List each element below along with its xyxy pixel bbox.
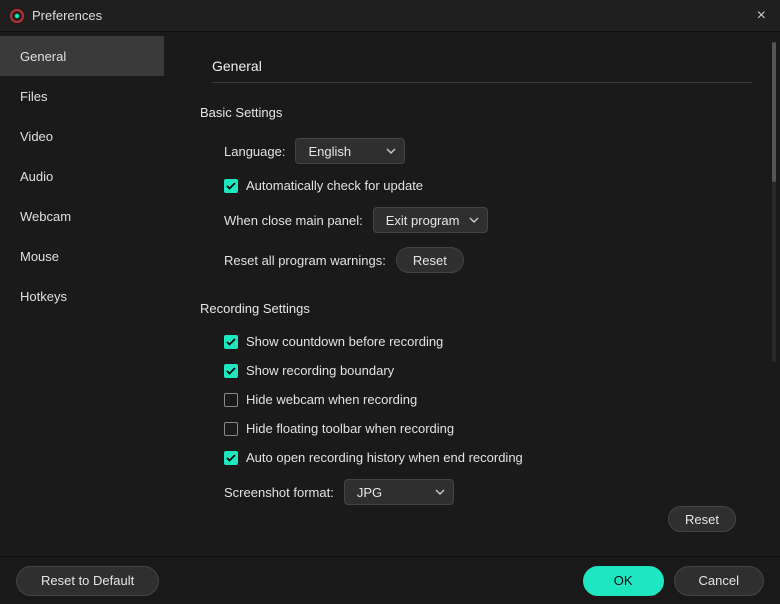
countdown-label: Show countdown before recording: [246, 334, 443, 349]
ok-button[interactable]: OK: [583, 566, 664, 596]
sidebar-item-label: Mouse: [20, 249, 59, 264]
sidebar-item-label: Webcam: [20, 209, 71, 224]
chevron-down-icon: [469, 217, 479, 223]
screenshot-format-label: Screenshot format:: [224, 485, 334, 500]
auto-update-checkbox[interactable]: [224, 179, 238, 193]
sidebar-item-label: Files: [20, 89, 47, 104]
sidebar-item-video[interactable]: Video: [0, 116, 164, 156]
boundary-label: Show recording boundary: [246, 363, 394, 378]
chevron-down-icon: [435, 489, 445, 495]
content-panel: General Basic Settings Language: English…: [164, 32, 780, 556]
sidebar-item-audio[interactable]: Audio: [0, 156, 164, 196]
sidebar-item-label: Audio: [20, 169, 53, 184]
language-select[interactable]: English: [295, 138, 405, 164]
basic-settings-heading: Basic Settings: [200, 105, 752, 120]
recording-settings-heading: Recording Settings: [200, 301, 752, 316]
close-button[interactable]: ×: [753, 7, 770, 25]
sidebar-item-general[interactable]: General: [0, 36, 164, 76]
cancel-button[interactable]: Cancel: [674, 566, 764, 596]
sidebar-item-files[interactable]: Files: [0, 76, 164, 116]
sidebar-item-label: Video: [20, 129, 53, 144]
hide-toolbar-label: Hide floating toolbar when recording: [246, 421, 454, 436]
hide-toolbar-checkbox[interactable]: [224, 422, 238, 436]
sidebar-item-mouse[interactable]: Mouse: [0, 236, 164, 276]
language-label: Language:: [224, 144, 285, 159]
screenshot-format-value: JPG: [357, 485, 382, 500]
auto-open-label: Auto open recording history when end rec…: [246, 450, 523, 465]
reset-section-button[interactable]: Reset: [668, 506, 736, 532]
reset-warnings-label: Reset all program warnings:: [224, 253, 386, 268]
close-panel-value: Exit program: [386, 213, 460, 228]
countdown-checkbox[interactable]: [224, 335, 238, 349]
auto-open-checkbox[interactable]: [224, 451, 238, 465]
screenshot-format-select[interactable]: JPG: [344, 479, 454, 505]
app-logo-icon: [10, 9, 24, 23]
reset-to-default-button[interactable]: Reset to Default: [16, 566, 159, 596]
window-title: Preferences: [32, 8, 102, 23]
hide-webcam-label: Hide webcam when recording: [246, 392, 417, 407]
sidebar-item-webcam[interactable]: Webcam: [0, 196, 164, 236]
boundary-checkbox[interactable]: [224, 364, 238, 378]
auto-update-label: Automatically check for update: [246, 178, 423, 193]
sidebar-item-hotkeys[interactable]: Hotkeys: [0, 276, 164, 316]
close-panel-label: When close main panel:: [224, 213, 363, 228]
sidebar-item-label: General: [20, 49, 66, 64]
section-title: General: [212, 58, 752, 83]
chevron-down-icon: [386, 148, 396, 154]
language-value: English: [308, 144, 351, 159]
hide-webcam-checkbox[interactable]: [224, 393, 238, 407]
reset-warnings-button[interactable]: Reset: [396, 247, 464, 273]
scrollbar[interactable]: [772, 42, 776, 362]
footer: Reset to Default OK Cancel: [0, 556, 780, 604]
sidebar-item-label: Hotkeys: [20, 289, 67, 304]
sidebar: General Files Video Audio Webcam Mouse H…: [0, 32, 164, 556]
scrollbar-thumb[interactable]: [772, 42, 776, 182]
titlebar: Preferences ×: [0, 0, 780, 32]
close-panel-select[interactable]: Exit program: [373, 207, 489, 233]
